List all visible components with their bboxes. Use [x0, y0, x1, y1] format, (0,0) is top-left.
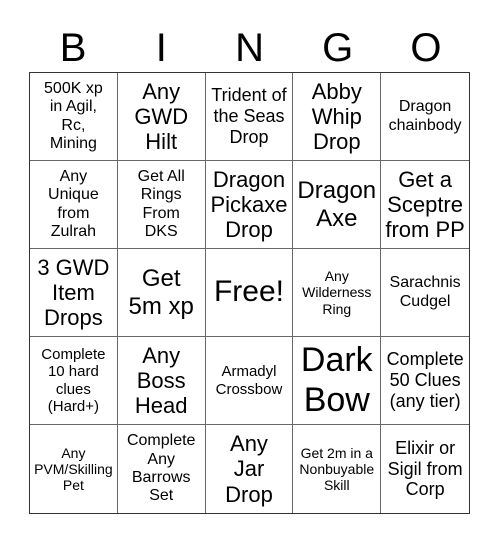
bingo-cell[interactable]: Dragon Pickaxe Drop [205, 161, 294, 249]
cell-text: Complete 50 Clues (any tier) [386, 349, 464, 411]
bingo-cell[interactable]: Any Wilderness Ring [293, 249, 382, 337]
header-letter-b: B [59, 26, 87, 70]
header-letter-n: N [235, 26, 264, 70]
bingo-cell[interactable]: Complete 10 hard clues (Hard+) [30, 337, 118, 425]
bingo-cell[interactable]: Elixir or Sigil from Corp [381, 425, 469, 513]
cell-text: Any Unique from Zulrah [48, 167, 99, 240]
cell-text: Sarachnis Cudgel [389, 274, 461, 310]
bingo-cell[interactable]: Any Unique from Zulrah [30, 161, 118, 249]
bingo-cell[interactable]: Any GWD Hilt [117, 73, 206, 161]
cell-text: Any Jar Drop [225, 431, 273, 507]
bingo-cell[interactable]: Dark Bow [293, 337, 382, 425]
bingo-cell[interactable]: Complete 50 Clues (any tier) [381, 337, 469, 425]
bingo-cell[interactable]: Get 5m xp [117, 249, 206, 337]
free-cell[interactable]: Free! [205, 249, 294, 337]
cell-text: Dragon Pickaxe Drop [210, 166, 288, 243]
bingo-cell[interactable]: Get 2m in a Nonbuyable Skill [293, 425, 382, 513]
bingo-header: B I N G O [29, 24, 470, 72]
header-letter-g: G [322, 26, 354, 70]
bingo-cell[interactable]: Get a Sceptre from PP [381, 161, 469, 249]
cell-text: Get All Rings From DKS [137, 167, 185, 240]
cell-text: Any Wilderness Ring [302, 268, 372, 317]
cell-text: Any Boss Head [134, 342, 188, 419]
cell-text: Trident of the Seas Drop [211, 85, 287, 147]
cell-text: Free! [213, 275, 284, 309]
bingo-cell[interactable]: Get All Rings From DKS [117, 161, 206, 249]
bingo-cell[interactable]: 3 GWD Item Drops [30, 249, 118, 337]
cell-text: Dragon Axe [297, 176, 377, 232]
cell-text: Get a Sceptre from PP [385, 166, 465, 243]
bingo-cell[interactable]: Any Jar Drop [206, 425, 294, 513]
cell-text: Any PVM/Skilling Pet [34, 444, 113, 494]
cell-text: Get 2m in a Nonbuyable Skill [299, 444, 375, 494]
cell-text: Get 5m xp [128, 264, 194, 320]
cell-text: 3 GWD Item Drops [37, 254, 110, 331]
bingo-cell[interactable]: Armadyl Crossbow [205, 337, 294, 425]
header-letter-i: I [155, 26, 167, 70]
cell-text: Complete 10 hard clues (Hard+) [41, 346, 106, 415]
cell-text: Elixir or Sigil from Corp [387, 437, 463, 500]
bingo-grid: 500K xp in Agil, Rc, Mining Any GWD Hilt… [29, 72, 470, 514]
cell-text: Any GWD Hilt [134, 78, 189, 155]
bingo-cell[interactable]: Dragon chainbody [381, 73, 469, 161]
cell-text: Dark Bow [300, 341, 373, 419]
bingo-cell[interactable]: Trident of the Seas Drop [205, 73, 294, 161]
bingo-cell[interactable]: Complete Any Barrows Set [118, 425, 206, 513]
cell-text: Armadyl Crossbow [215, 363, 283, 398]
bingo-cell[interactable]: Dragon Axe [293, 161, 382, 249]
cell-text: 500K xp in Agil, Rc, Mining [44, 79, 103, 152]
header-letter-o: O [410, 26, 442, 70]
bingo-cell[interactable]: Any PVM/Skilling Pet [30, 425, 118, 513]
bingo-cell[interactable]: Sarachnis Cudgel [381, 249, 469, 337]
bingo-cell[interactable]: Abby Whip Drop [293, 73, 382, 161]
cell-text: Complete Any Barrows Set [126, 432, 196, 505]
bingo-cell[interactable]: 500K xp in Agil, Rc, Mining [30, 73, 118, 161]
cell-text: Abby Whip Drop [311, 78, 362, 155]
bingo-cell[interactable]: Any Boss Head [117, 337, 206, 425]
cell-text: Dragon chainbody [388, 98, 462, 134]
